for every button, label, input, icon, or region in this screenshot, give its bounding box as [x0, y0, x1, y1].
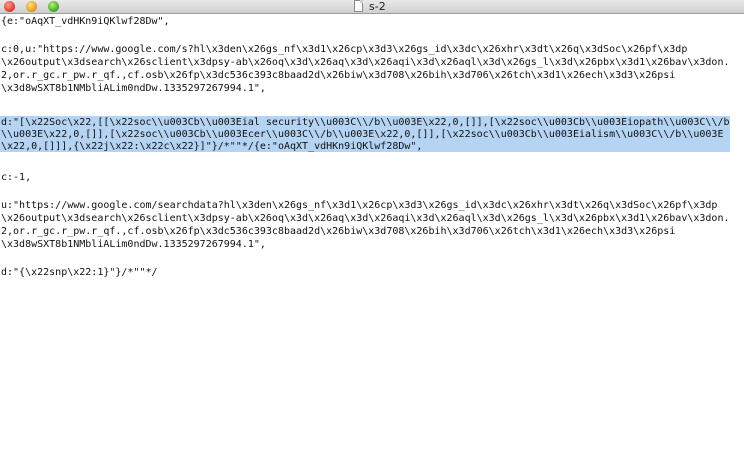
zoom-window-button[interactable]	[48, 1, 59, 12]
document-icon	[354, 0, 363, 12]
text-line: c:0,u:"https://www.google.com/s?hl\x3den…	[1, 44, 688, 55]
text-line: 2,or.r_gc.r_pw.r_qf.,cf.osb\x26fp\x3dc53…	[1, 70, 676, 81]
text-line: u:"https://www.google.com/searchdata?hl\…	[1, 200, 718, 211]
text-line: \\u003E\x22,0,[]],[\x22soc\\u003Cb\\u003…	[1, 129, 724, 140]
window-title: s-2	[369, 0, 386, 13]
text-line: \x26output\x3dsearch\x26sclient\x3dpsy-a…	[1, 57, 730, 68]
text-line: d:"[\x22Soc\x22,[[\x22soc\\u003Cb\\u003E…	[1, 117, 730, 128]
text-editor[interactable]: {e:"oAqXT_vdHKn9iQKlwf28Dw", c:0,u:"http…	[0, 14, 744, 468]
text-line: {e:"oAqXT_vdHKn9iQKlwf28Dw",	[1, 16, 170, 27]
text-line: d:"{\x22snp\x22:1}"}/*""*/	[1, 267, 158, 278]
window-titlebar[interactable]: s-2	[0, 0, 744, 14]
text-line: \x3d8wSXT8b1NMbliALim0ndDw.1335297267994…	[1, 239, 266, 250]
close-window-button[interactable]	[4, 1, 15, 12]
text-line: c:-1,	[1, 172, 32, 183]
text-line: \x3d8wSXT8b1NMbliALim0ndDw.1335297267994…	[1, 83, 266, 94]
text-line: 2,or.r_gc.r_pw.r_qf.,cf.osb\x26fp\x3dc53…	[1, 226, 676, 237]
text-line: \x26output\x3dsearch\x26sclient\x3dpsy-a…	[1, 213, 730, 224]
minimize-window-button[interactable]	[26, 1, 37, 12]
text-line: \x22,0,[]]],{\x22j\x22:\x22c\x22}]"}/*""…	[1, 141, 423, 152]
